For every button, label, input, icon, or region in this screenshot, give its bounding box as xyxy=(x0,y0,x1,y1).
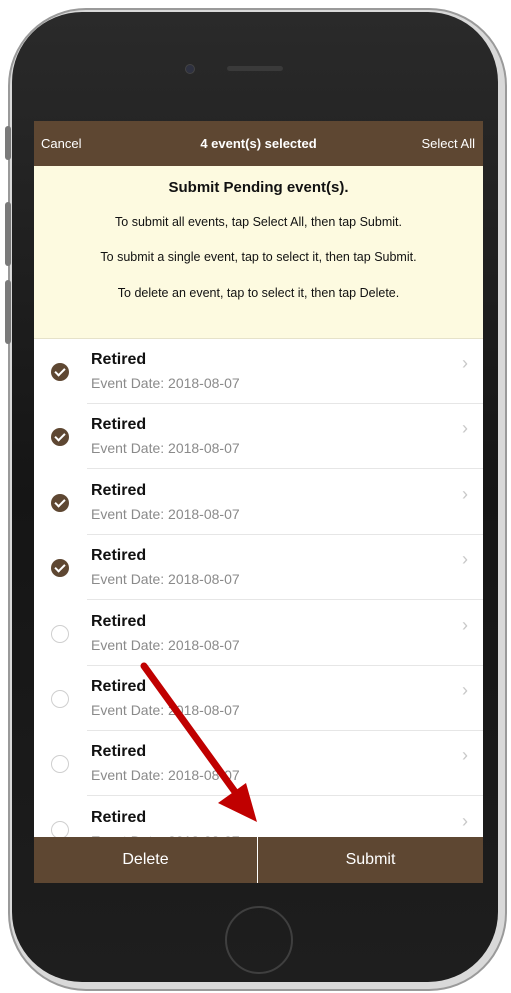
event-name: Retired xyxy=(91,416,147,434)
event-date: Event Date: 2018-08-07 xyxy=(91,505,240,522)
event-name: Retired xyxy=(91,808,147,826)
chevron-right-icon: › xyxy=(462,418,468,439)
action-toolbar: Delete Submit xyxy=(34,837,483,883)
chevron-right-icon: › xyxy=(462,614,468,635)
event-row[interactable]: Retired Event Date: 2018-08-07 › xyxy=(34,535,483,601)
front-camera xyxy=(185,64,195,74)
selection-count-title: 4 event(s) selected xyxy=(200,136,317,151)
event-row[interactable]: Retired Event Date: 2018-08-07 › xyxy=(34,404,483,470)
instruction-line: To delete an event, tap to select it, th… xyxy=(117,286,400,300)
mute-switch xyxy=(5,126,11,160)
event-row[interactable]: Retired Event Date: 2018-08-07 › xyxy=(34,601,483,666)
volume-down-button xyxy=(5,280,11,344)
event-row[interactable]: Retired Event Date: 2018-08-07 › xyxy=(34,339,483,404)
instruction-line: To submit all events, tap Select All, th… xyxy=(115,215,402,229)
chevron-right-icon: › xyxy=(462,353,468,373)
unchecked-circle-icon[interactable] xyxy=(51,690,69,708)
delete-button[interactable]: Delete xyxy=(34,837,257,883)
event-name: Retired xyxy=(91,678,147,695)
unchecked-circle-icon[interactable] xyxy=(51,624,69,643)
checked-circle-icon[interactable] xyxy=(51,493,69,512)
navigation-bar: Cancel 4 event(s) selected Select All xyxy=(34,121,483,166)
chevron-right-icon: › xyxy=(462,483,468,504)
unchecked-circle-icon[interactable] xyxy=(51,755,69,774)
event-row[interactable]: Retired Event Date: 2018-08-07 › xyxy=(34,470,483,535)
earpiece-speaker xyxy=(227,66,283,71)
event-date: Event Date: 2018-08-07 xyxy=(91,375,240,391)
event-date: Event Date: 2018-08-07 xyxy=(91,636,240,653)
event-date: Event Date: 2018-08-07 xyxy=(91,440,240,457)
checked-circle-icon[interactable] xyxy=(51,559,69,578)
event-row[interactable]: Retired Event Date: 2018-08-07 › xyxy=(34,666,483,731)
event-date: Event Date: 2018-08-07 xyxy=(91,702,240,718)
checked-circle-icon[interactable] xyxy=(51,363,69,381)
chevron-right-icon: › xyxy=(462,810,468,831)
event-row[interactable]: Retired Event Date: 2018-08-07 › xyxy=(34,731,483,797)
chevron-right-icon: › xyxy=(462,680,468,700)
event-name: Retired xyxy=(91,547,147,565)
volume-up-button xyxy=(5,202,11,266)
instruction-line: To submit a single event, tap to select … xyxy=(100,250,417,264)
app-screen: Cancel 4 event(s) selected Select All Su… xyxy=(34,121,483,883)
event-name: Retired xyxy=(91,743,147,761)
event-name: Retired xyxy=(91,351,147,368)
home-button[interactable] xyxy=(225,906,293,974)
instructions-panel: Submit Pending event(s). To submit all e… xyxy=(34,166,483,339)
event-name: Retired xyxy=(91,612,147,630)
chevron-right-icon: › xyxy=(462,549,468,570)
select-all-button[interactable]: Select All xyxy=(422,136,475,151)
instructions-heading: Submit Pending event(s). xyxy=(168,179,349,196)
submit-button[interactable]: Submit xyxy=(258,837,483,883)
chevron-right-icon: › xyxy=(462,745,468,766)
checked-circle-icon[interactable] xyxy=(51,428,69,447)
event-name: Retired xyxy=(91,481,147,499)
event-date: Event Date: 2018-08-07 xyxy=(91,571,240,588)
event-date: Event Date: 2018-08-07 xyxy=(91,767,240,784)
